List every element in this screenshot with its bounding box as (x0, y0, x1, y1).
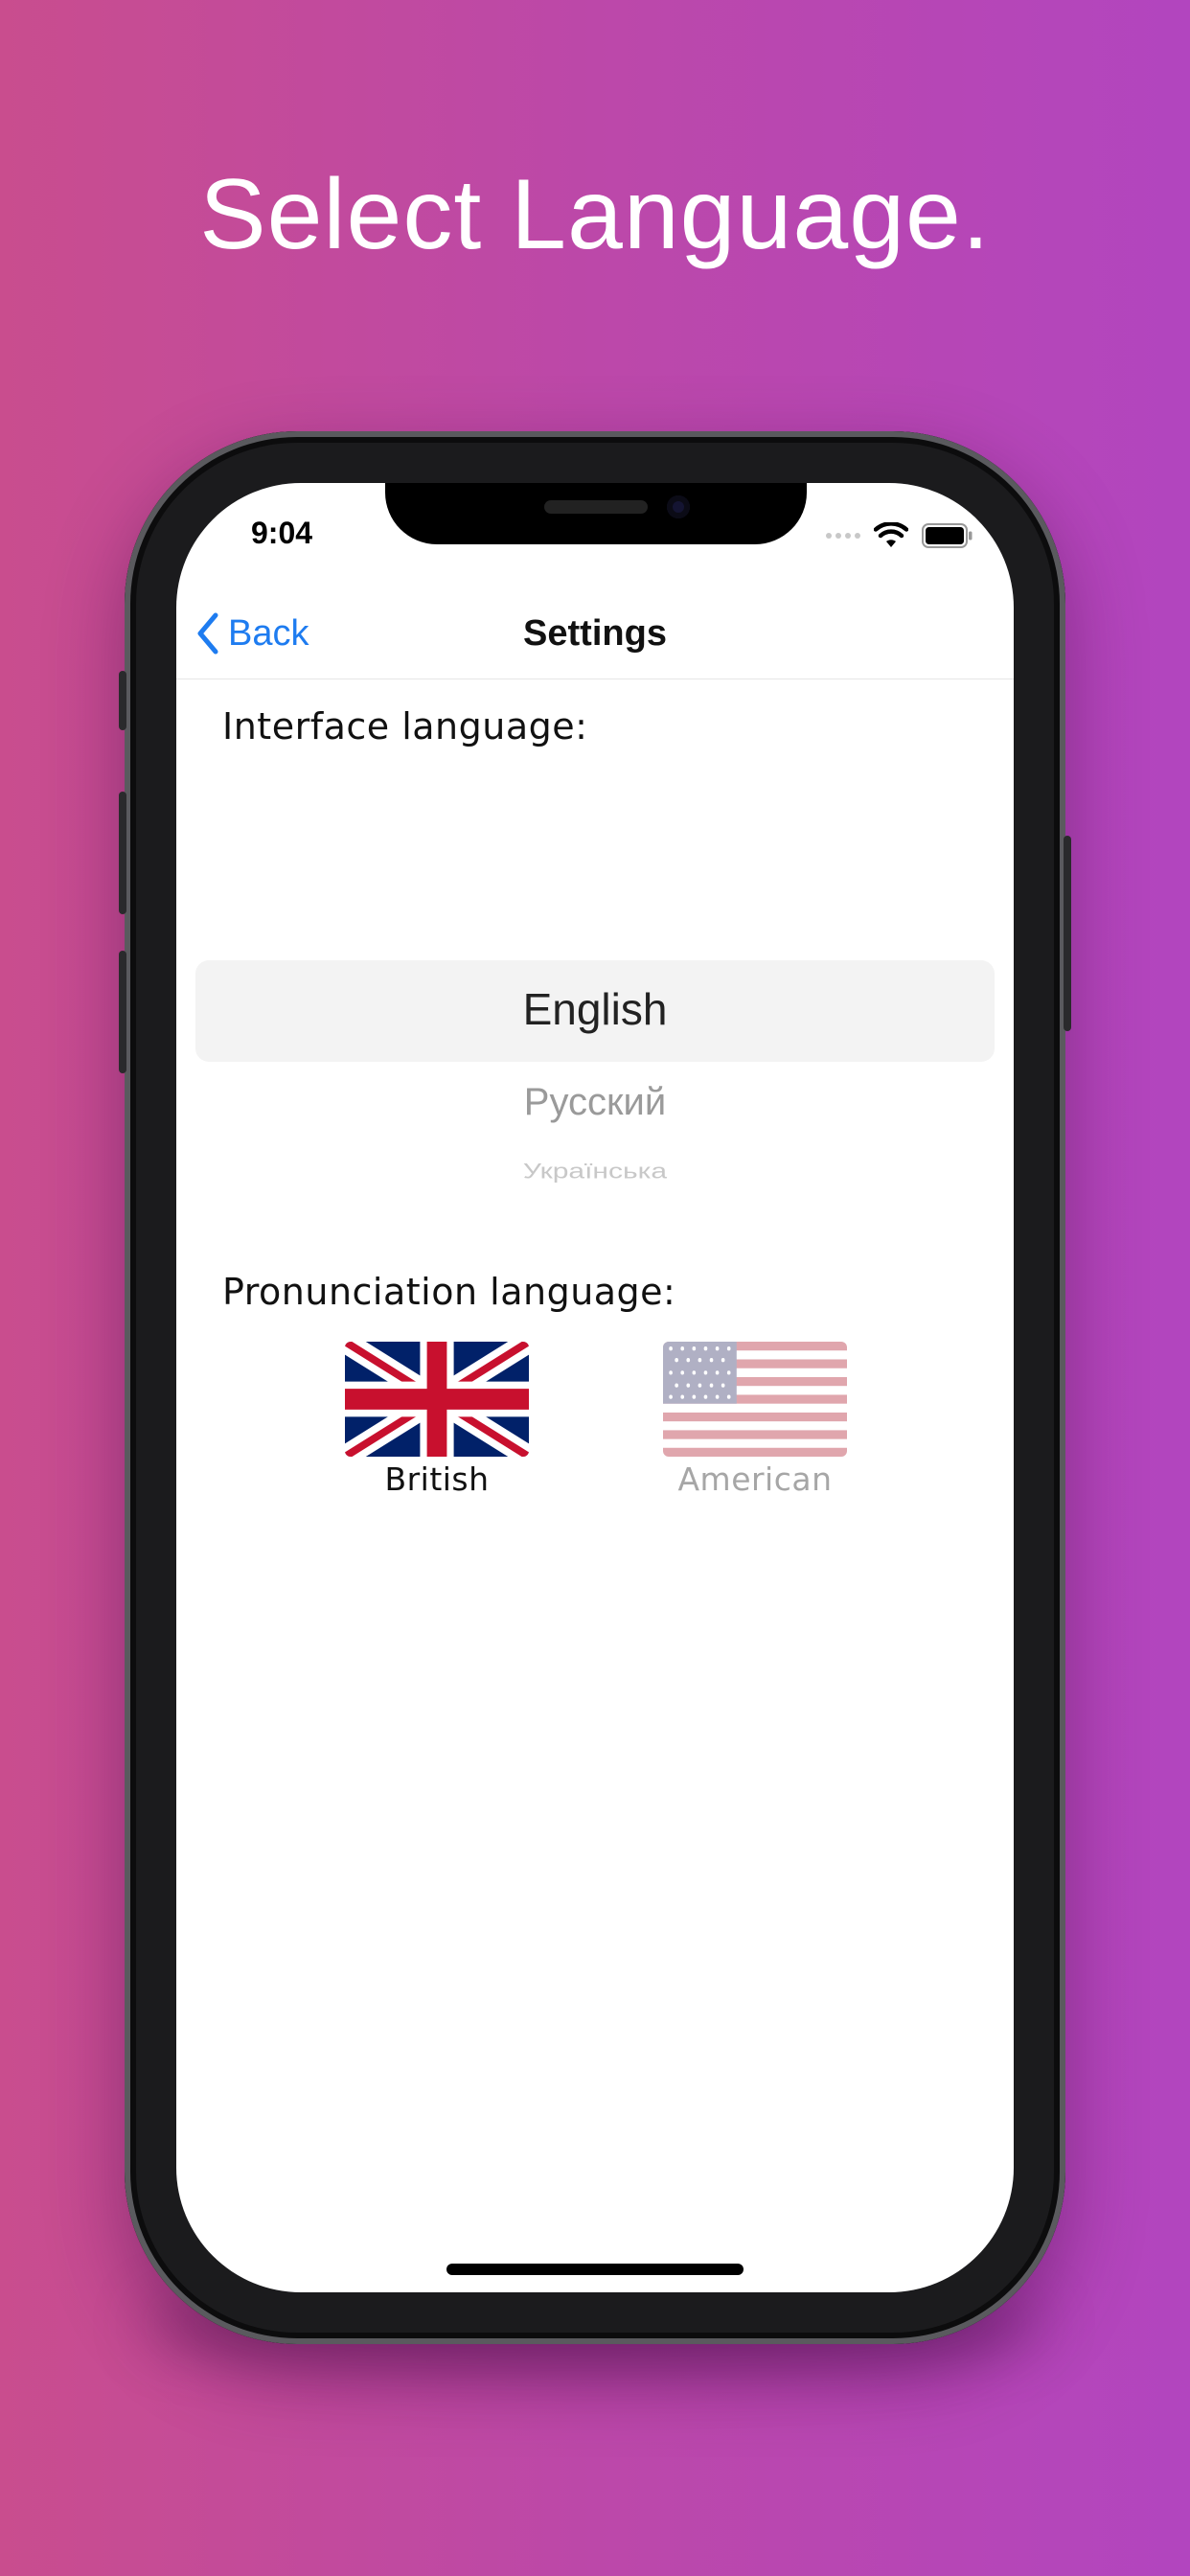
us-flag-icon (663, 1342, 847, 1457)
cellular-signal-icon (826, 533, 860, 539)
interface-language-label: Interface language: (222, 705, 588, 748)
camera (667, 495, 690, 518)
american-option[interactable]: American (663, 1342, 847, 1498)
navigation-bar: Back Settings (176, 583, 1014, 679)
pronunciation-language-label: Pronunciation language: (222, 1271, 676, 1313)
volume-up-button (119, 792, 126, 914)
power-button (1064, 836, 1071, 1031)
speaker (544, 500, 648, 514)
american-label: American (677, 1460, 833, 1498)
picker-option-russian[interactable]: Русский (176, 1081, 1014, 1124)
promo-headline: Select Language. (199, 159, 991, 270)
volume-down-button (119, 951, 126, 1073)
uk-flag-icon (345, 1342, 529, 1457)
picker-option-english[interactable]: English (176, 983, 1014, 1035)
status-icons (826, 521, 973, 550)
british-option[interactable]: British (345, 1342, 529, 1498)
silent-switch (119, 671, 126, 730)
notch (385, 483, 807, 544)
wifi-icon (874, 522, 908, 547)
british-label: British (384, 1460, 490, 1498)
home-indicator[interactable] (446, 2264, 744, 2275)
picker-option-ukrainian[interactable]: Українська (176, 1160, 1014, 1184)
page-title: Settings (523, 613, 667, 654)
status-time: 9:04 (251, 516, 313, 550)
phone-screen: 9:04 Back Settings Interface language: E… (176, 483, 1014, 2292)
battery-icon (922, 523, 973, 548)
